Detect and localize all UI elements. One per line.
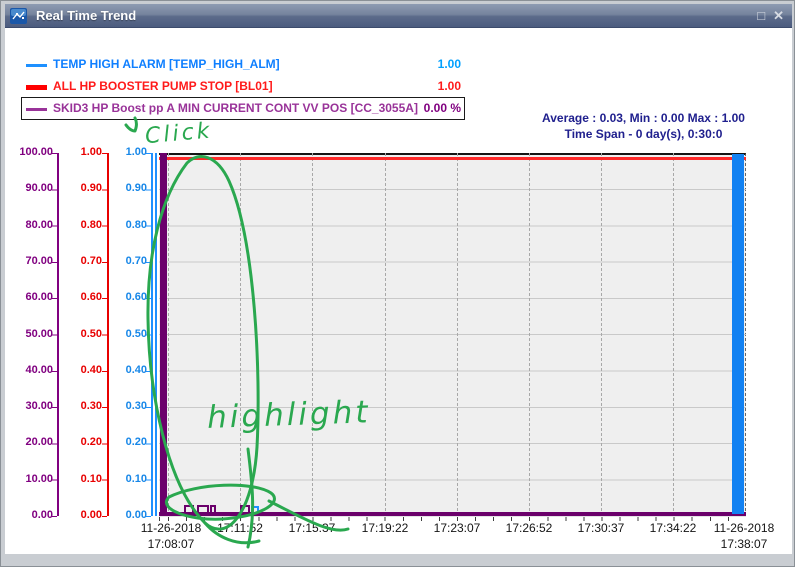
legend-swatch-blue xyxy=(26,64,47,67)
y-axis-label: 40.00 xyxy=(5,364,53,378)
legend-label: ALL HP BOOSTER PUMP STOP [BL01] xyxy=(53,79,273,93)
realtime-cursor-bar[interactable] xyxy=(732,154,744,514)
purple-pulse xyxy=(210,505,216,513)
maximize-icon[interactable]: □ xyxy=(757,8,765,24)
x-axis-label: 17:23:07 xyxy=(422,521,492,535)
y-axis-label: 80.00 xyxy=(5,219,53,233)
purple-pulse xyxy=(240,505,250,513)
y-axis-label: 0.30 xyxy=(57,400,102,414)
y-axis-label: 1.00 xyxy=(103,146,147,160)
vertical-gridline xyxy=(168,153,169,516)
y-axis-label: 0.20 xyxy=(57,436,102,450)
y-axis-label: 0.40 xyxy=(103,364,147,378)
y-axis-label: 0.80 xyxy=(103,219,147,233)
trend-stats: Average : 0.03, Min : 0.00 Max : 1.00 Ti… xyxy=(501,110,786,142)
vertical-gridline xyxy=(529,153,530,516)
vertical-gridline xyxy=(601,153,602,516)
y-axis-label: 0.60 xyxy=(103,291,147,305)
vertical-gridline xyxy=(240,153,241,516)
y-axis-label: 0.30 xyxy=(103,400,147,414)
app-icon xyxy=(10,8,27,24)
real-time-trend-window: Real Time Trend □ ✕ TEMP HIGH ALARM [TEM… xyxy=(0,0,795,567)
x-axis-label: 17:26:52 xyxy=(494,521,564,535)
window-title: Real Time Trend xyxy=(36,8,136,23)
x-axis-start-label: 11-26-2018 17:08:07 xyxy=(125,520,217,552)
horizontal-gridlines xyxy=(159,189,746,517)
x-end-time: 17:38:07 xyxy=(698,536,790,552)
legend-label: TEMP HIGH ALARM [TEMP_HIGH_ALM] xyxy=(53,57,280,71)
y-axis-label: 0.70 xyxy=(103,255,147,269)
y-axis-label: 60.00 xyxy=(5,291,53,305)
legend-swatch-red xyxy=(26,85,47,90)
x-axis-label: 17:19:22 xyxy=(350,521,420,535)
window-titlebar[interactable]: Real Time Trend □ ✕ xyxy=(5,4,792,28)
y-axis-line-blue xyxy=(151,153,153,516)
y-axis-label: 0.20 xyxy=(103,436,147,450)
y-axis-label: 10.00 xyxy=(5,473,53,487)
vertical-gridline xyxy=(673,153,674,516)
x-axis-label: 17:30:37 xyxy=(566,521,636,535)
legend-label: SKID3 HP Boost pp A MIN CURRENT CONT VV … xyxy=(53,101,418,115)
x-start-time: 17:08:07 xyxy=(125,536,217,552)
legend-row-temp-high-alarm[interactable]: TEMP HIGH ALARM [TEMP_HIGH_ALM] 1.00 xyxy=(1,57,471,73)
x-axis-label: 17:15:37 xyxy=(277,521,347,535)
y-axis-label: 0.90 xyxy=(57,182,102,196)
y-axis-label: 70.00 xyxy=(5,255,53,269)
legend-swatch-purple xyxy=(26,108,47,111)
legend-value: 0.00 % xyxy=(396,101,461,115)
y-axis-label: 0.40 xyxy=(57,364,102,378)
x-axis-label: 17:11:52 xyxy=(205,521,275,535)
stats-line-avg-min-max: Average : 0.03, Min : 0.00 Max : 1.00 xyxy=(501,110,786,126)
y-axis-label: 1.00 xyxy=(57,146,102,160)
stats-line-time-span: Time Span - 0 day(s), 0:30:0 xyxy=(501,126,786,142)
close-icon[interactable]: ✕ xyxy=(773,8,784,24)
y-axis-label: 0.90 xyxy=(103,182,147,196)
vertical-gridline xyxy=(457,153,458,516)
legend-row-booster-pump-stop[interactable]: ALL HP BOOSTER PUMP STOP [BL01] 1.00 xyxy=(1,79,471,95)
y-axis-label: 0.00 xyxy=(57,509,102,523)
y-axis-label: 0.10 xyxy=(103,473,147,487)
series-purple-drop-bar xyxy=(160,153,167,514)
y-axis-label: 90.00 xyxy=(5,182,53,196)
y-axis-label: 20.00 xyxy=(5,436,53,450)
y-axis-label: 30.00 xyxy=(5,400,53,414)
purple-pulse xyxy=(197,505,209,513)
legend-value: 1.00 xyxy=(396,79,461,93)
y-axis-label: 0.80 xyxy=(57,219,102,233)
y-axis-label: 100.00 xyxy=(5,146,53,160)
legend-row-skid3-valve-pos[interactable]: SKID3 HP Boost pp A MIN CURRENT CONT VV … xyxy=(1,101,471,117)
legend-value: 1.00 xyxy=(396,57,461,71)
y-axis-label: 0.60 xyxy=(57,291,102,305)
series-red-line-1.00 xyxy=(159,157,746,160)
vertical-gridline xyxy=(385,153,386,516)
y-axis-label: 0.10 xyxy=(57,473,102,487)
blue-pulse xyxy=(251,506,259,513)
y-axis-label: 0.50 xyxy=(57,328,102,342)
x-start-date: 11-26-2018 xyxy=(125,520,217,536)
purple-pulse xyxy=(184,505,194,513)
y-axis-label: 50.00 xyxy=(5,328,53,342)
y-axis-label: 0.00 xyxy=(5,509,53,523)
x-end-date: 11-26-2018 xyxy=(698,520,790,536)
vertical-gridline xyxy=(312,153,313,516)
series-blue-rise-line xyxy=(155,153,157,516)
y-axis-label: 0.70 xyxy=(57,255,102,269)
y-axis-label: 0.50 xyxy=(103,328,147,342)
x-axis-end-label: 11-26-2018 17:38:07 xyxy=(698,520,790,552)
